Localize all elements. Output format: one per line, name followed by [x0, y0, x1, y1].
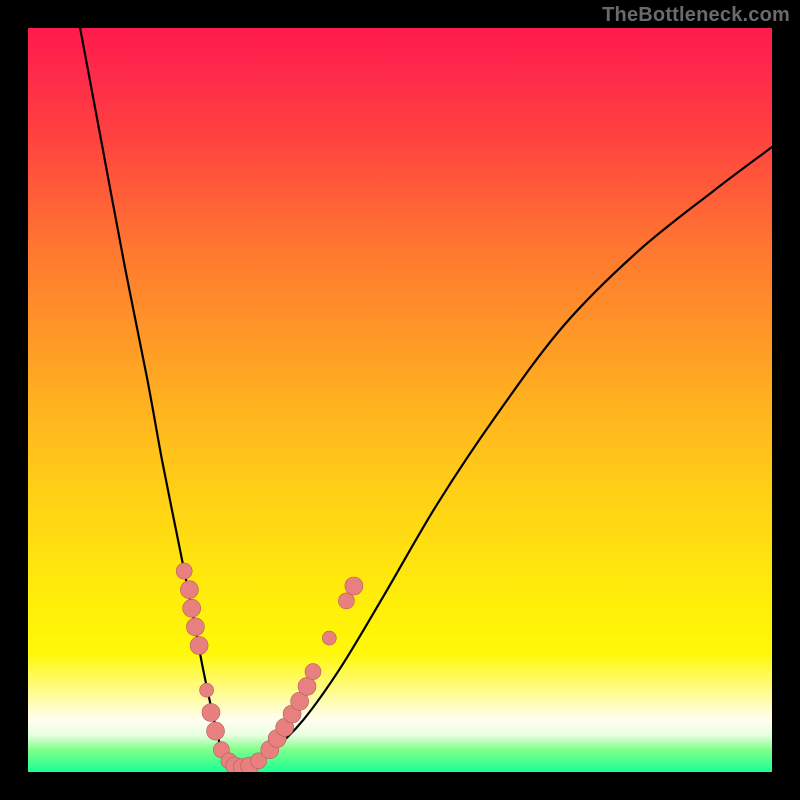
data-bead — [305, 664, 321, 680]
curve-svg — [28, 28, 772, 772]
data-bead — [190, 637, 208, 655]
data-bead — [322, 631, 336, 645]
data-bead — [183, 599, 201, 617]
data-bead — [200, 683, 214, 697]
data-bead — [180, 581, 198, 599]
chart-frame: TheBottleneck.com — [0, 0, 800, 800]
bead-group — [176, 563, 363, 772]
bottleneck-curve — [80, 28, 772, 768]
data-bead — [338, 593, 354, 609]
data-bead — [202, 704, 220, 722]
data-bead — [176, 563, 192, 579]
data-bead — [345, 577, 363, 595]
data-bead — [207, 722, 225, 740]
plot-area — [28, 28, 772, 772]
watermark-label: TheBottleneck.com — [602, 4, 790, 27]
data-bead — [186, 618, 204, 636]
data-bead — [298, 677, 316, 695]
